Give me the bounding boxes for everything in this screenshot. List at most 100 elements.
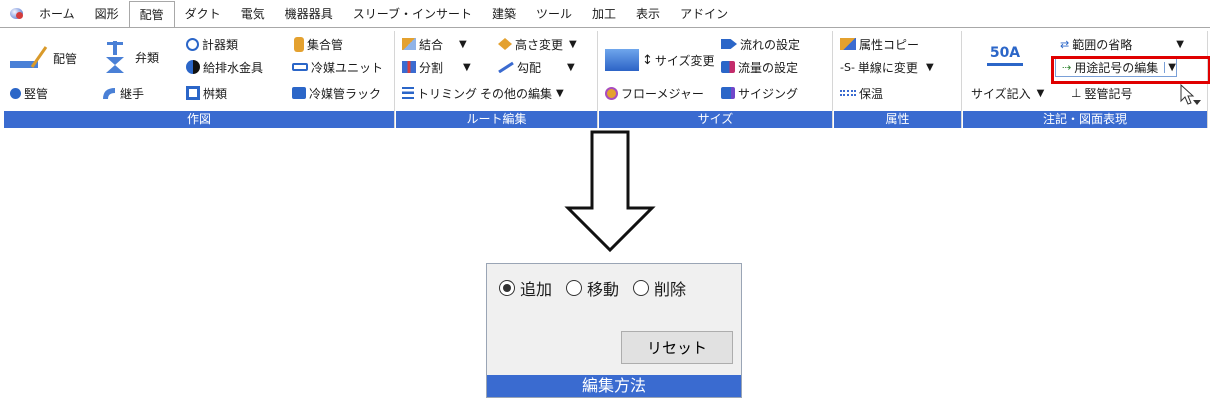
header-icon — [294, 36, 304, 52]
valve-icon — [106, 41, 124, 73]
basin-button[interactable]: 桝類 — [186, 82, 227, 104]
size-label-icon: 50A — [989, 45, 1021, 61]
flow-rate-label: 流量の設定 — [738, 60, 799, 75]
plumbing-button[interactable]: 給排水金具 — [186, 56, 263, 78]
fitting-icon — [103, 88, 115, 99]
tab-addin[interactable]: アドイン — [670, 0, 738, 27]
range-omit-button[interactable]: ⇄ 範囲の省略 ▼ — [1060, 33, 1184, 55]
tab-tools[interactable]: ツール — [526, 0, 582, 27]
split-button[interactable]: 分割 ▼ — [402, 56, 471, 78]
refrig-rack-button[interactable]: 冷媒管ラック — [292, 82, 381, 104]
riser-symbol-button[interactable]: ⊥ 竪管記号 — [1071, 82, 1132, 104]
flow-rate-button[interactable]: 流量の設定 — [721, 56, 798, 78]
range-omit-dropdown-icon[interactable]: ▼ — [1176, 39, 1184, 50]
header-button[interactable]: 集合管 — [294, 33, 343, 55]
sizing-button[interactable]: サイジング — [721, 82, 798, 104]
group-annotation-title: 注記・図面表現 — [963, 111, 1207, 128]
single-line-icon: -S- — [840, 60, 855, 74]
size-change-button[interactable]: ↕ サイズ変更 — [605, 47, 715, 73]
trim-label: トリミング — [417, 86, 478, 101]
refrig-unit-button[interactable]: 冷媒ユニット — [292, 56, 383, 78]
attr-copy-button[interactable]: 属性コピー — [840, 33, 919, 55]
height-change-icon — [498, 38, 512, 50]
tab-piping[interactable]: 配管 — [128, 0, 175, 28]
down-arrow-icon — [564, 130, 656, 253]
tab-shapes[interactable]: 図形 — [85, 0, 129, 27]
range-omit-icon: ⇄ — [1060, 37, 1070, 51]
tab-view[interactable]: 表示 — [626, 0, 670, 27]
size-entry-button[interactable]: サイズ記入 ▼ — [971, 82, 1044, 104]
tab-processing[interactable]: 加工 — [582, 0, 626, 27]
group-route-edit: 結合 ▼ 高さ変更 ▼ 分割 ▼ 勾配 ▼ トリミング その他の編集 ▼ ルート… — [396, 31, 598, 128]
gauge-label: 計器類 — [202, 37, 239, 52]
fitting-button[interactable]: 継手 — [101, 82, 144, 104]
size-entry-label: サイズ記入 — [971, 86, 1031, 101]
join-dropdown-icon[interactable]: ▼ — [459, 39, 467, 50]
header-label: 集合管 — [307, 37, 344, 52]
flow-setting-icon — [721, 39, 737, 49]
plumbing-label: 給排水金具 — [203, 60, 264, 75]
tab-sleeve-insert[interactable]: スリーブ・インサート — [343, 0, 482, 27]
size-label-button[interactable]: 50A — [987, 45, 1023, 79]
gauge-button[interactable]: 計器類 — [186, 33, 238, 55]
single-line-button[interactable]: -S- 単線に変更 ▼ — [840, 56, 934, 78]
sizing-label: サイジング — [738, 86, 799, 101]
slope-icon — [498, 61, 514, 73]
basin-icon — [186, 86, 200, 100]
join-button[interactable]: 結合 ▼ — [402, 33, 467, 55]
height-change-button[interactable]: 高さ変更 ▼ — [498, 33, 577, 55]
fitting-label: 継手 — [120, 86, 145, 101]
size-entry-dropdown-icon[interactable]: ▼ — [1037, 88, 1045, 99]
gauge-icon — [186, 37, 199, 51]
reset-button[interactable]: リセット — [621, 331, 733, 364]
size-change-arrow-icon: ↕ — [642, 52, 653, 68]
riser-symbol-icon: ⊥ — [1071, 86, 1082, 100]
insulation-label: 保温 — [859, 86, 884, 101]
other-edit-dropdown-icon[interactable]: ▼ — [556, 88, 564, 99]
tab-electric[interactable]: 電気 — [231, 0, 275, 27]
riser-button[interactable]: 竪管 — [10, 82, 48, 104]
slope-dropdown-icon[interactable]: ▼ — [567, 62, 575, 73]
riser-label: 竪管 — [24, 86, 49, 101]
edit-mode-radio-group: 追加 移動 削除 — [499, 276, 686, 300]
split-icon — [402, 61, 416, 73]
menu-bar: ホーム 図形 配管 ダクト 電気 機器器具 スリーブ・インサート 建築 ツール … — [0, 0, 1210, 28]
attr-copy-icon — [840, 38, 856, 50]
pipe-button[interactable]: 配管 — [10, 41, 77, 75]
radio-add-indicator[interactable] — [499, 280, 515, 296]
radio-delete[interactable]: 削除 — [633, 276, 686, 300]
flow-measure-icon — [605, 86, 618, 100]
flow-setting-button[interactable]: 流れの設定 — [721, 33, 800, 55]
tab-duct[interactable]: ダクト — [175, 0, 231, 27]
insulation-button[interactable]: 保温 — [840, 82, 883, 104]
size-change-label: サイズ変更 — [654, 53, 715, 68]
split-dropdown-icon[interactable]: ▼ — [463, 62, 471, 73]
edit-method-title: 編集方法 — [487, 375, 741, 397]
other-edit-button[interactable]: その他の編集 ▼ — [480, 82, 564, 104]
radio-add[interactable]: 追加 — [499, 276, 552, 300]
valve-button[interactable]: 弁類 — [104, 37, 159, 77]
tab-home[interactable]: ホーム — [29, 0, 85, 27]
flow-measure-button[interactable]: フローメジャー — [605, 82, 704, 104]
range-omit-label: 範囲の省略 — [1072, 37, 1133, 52]
radio-delete-indicator[interactable] — [633, 280, 650, 296]
trim-icon — [402, 87, 414, 99]
attr-copy-label: 属性コピー — [859, 37, 920, 52]
tab-equipment[interactable]: 機器器具 — [275, 0, 343, 27]
radio-add-label: 追加 — [520, 280, 553, 299]
plumbing-icon — [186, 60, 200, 74]
split-label: 分割 — [419, 60, 444, 75]
ribbon: 配管 弁類 計器類 集合管 給排水金具 冷媒ユニット 竪管 継手 桝類 冷媒管ラ… — [0, 27, 1210, 130]
trim-button[interactable]: トリミング — [402, 82, 477, 104]
group-drawing: 配管 弁類 計器類 集合管 給排水金具 冷媒ユニット 竪管 継手 桝類 冷媒管ラ… — [4, 31, 395, 128]
radio-move-indicator[interactable] — [566, 280, 583, 296]
radio-move[interactable]: 移動 — [566, 276, 619, 300]
flow-setting-label: 流れの設定 — [740, 37, 801, 52]
app-logo-icon[interactable] — [9, 6, 25, 22]
height-change-dropdown-icon[interactable]: ▼ — [569, 39, 577, 50]
slope-button[interactable]: 勾配 ▼ — [498, 56, 575, 78]
basin-label: 桝類 — [203, 86, 228, 101]
tab-architecture[interactable]: 建築 — [482, 0, 526, 27]
single-line-dropdown-icon[interactable]: ▼ — [926, 62, 934, 73]
refrig-rack-icon — [292, 87, 306, 99]
